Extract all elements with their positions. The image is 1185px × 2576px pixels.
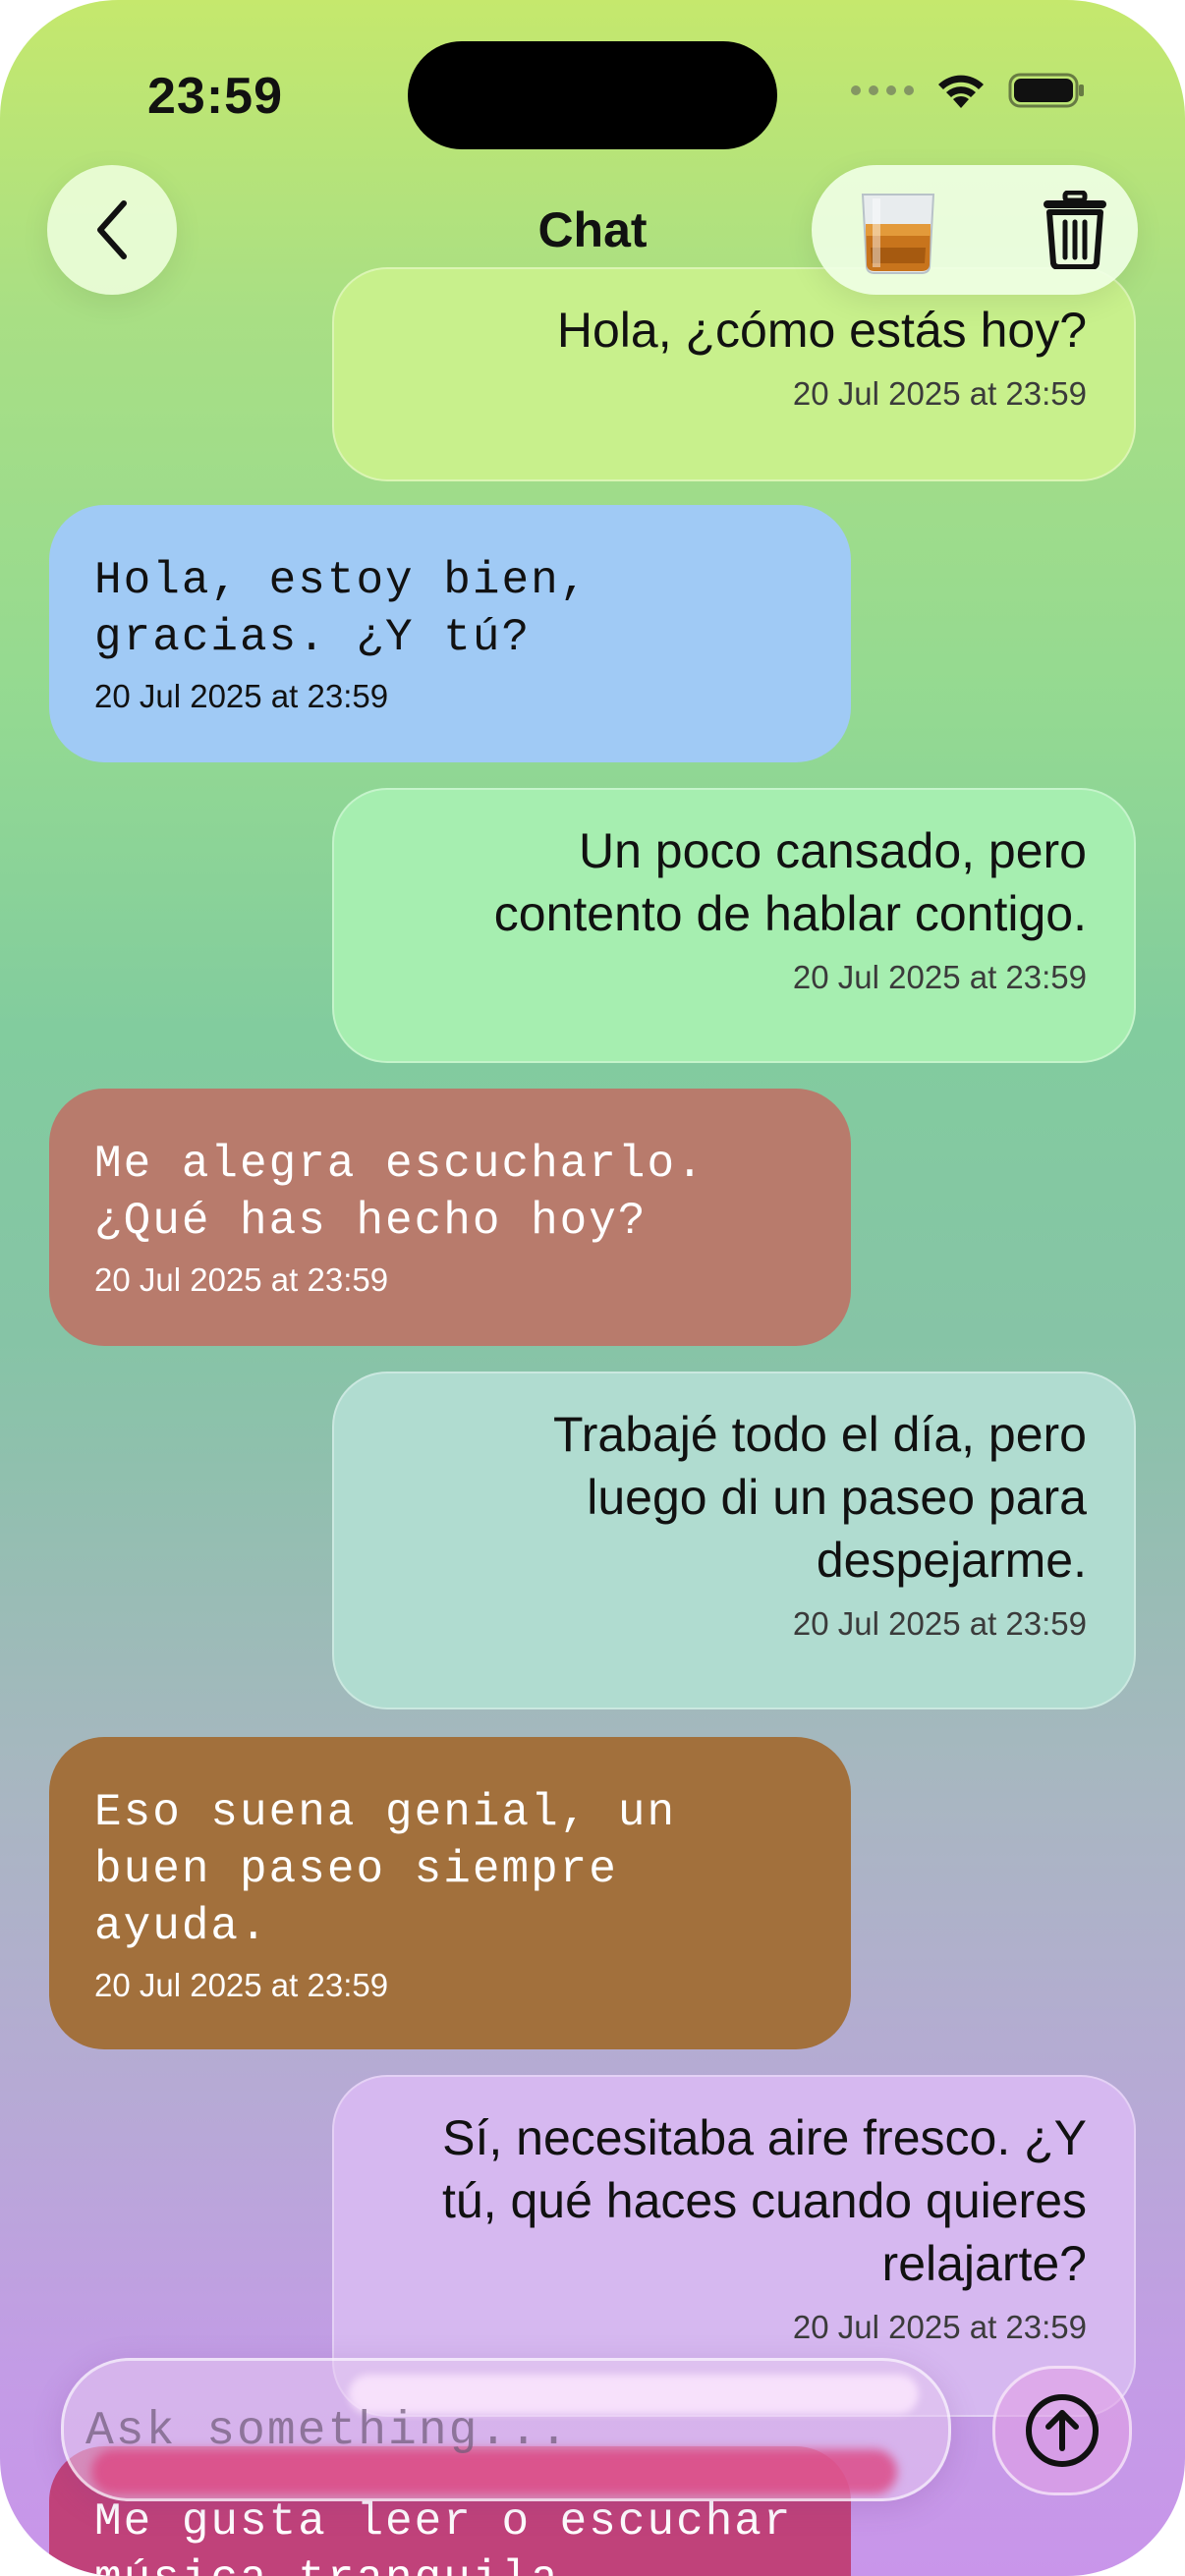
send-button[interactable] — [992, 2366, 1132, 2495]
message-timestamp: 20 Jul 2025 at 23:59 — [792, 1605, 1087, 1642]
message-text: Me alegra escucharlo. ¿Qué has hecho hoy… — [94, 1139, 705, 1247]
message-text: Sí, necesitaba aire fresco. ¿Y tú, qué h… — [441, 2110, 1087, 2291]
message-text: Eso suena genial, un buen paseo siempre … — [94, 1787, 677, 1952]
whiskey-glass-button[interactable] — [853, 185, 943, 275]
nav-actions — [812, 165, 1138, 295]
message-timestamp: 20 Jul 2025 at 23:59 — [792, 375, 1087, 412]
status-indicators — [851, 71, 1087, 110]
message-text: Trabajé todo el día, pero luego di un pa… — [553, 1407, 1087, 1588]
chat-screen: 23:59 Hola, ¿cómo estás hoy? 20 Jul 2025… — [0, 0, 1185, 2576]
message-bubble-bot: Eso suena genial, un buen paseo siempre … — [49, 1737, 851, 2049]
message-text: Hola, estoy bien, gracias. ¿Y tú? — [94, 555, 590, 663]
message-text: Un poco cansado, pero contento de hablar… — [493, 823, 1087, 941]
trash-icon — [1044, 190, 1106, 270]
message-bubble-me: Un poco cansado, pero contento de hablar… — [332, 788, 1136, 1063]
wifi-icon — [938, 75, 984, 108]
message-timestamp: 20 Jul 2025 at 23:59 — [792, 959, 1087, 995]
message-bubble-me: Hola, ¿cómo estás hoy? 20 Jul 2025 at 23… — [332, 267, 1136, 481]
battery-icon — [1008, 73, 1084, 108]
message-composer — [61, 2358, 951, 2501]
cellular-signal-icon — [851, 85, 914, 95]
status-time: 23:59 — [147, 68, 283, 125]
arrow-up-circle-icon — [1026, 2394, 1099, 2467]
message-timestamp: 20 Jul 2025 at 23:59 — [94, 1261, 389, 1298]
message-timestamp: 20 Jul 2025 at 23:59 — [94, 1967, 389, 2003]
message-input[interactable] — [84, 2396, 874, 2467]
message-timestamp: 20 Jul 2025 at 23:59 — [792, 2309, 1087, 2345]
message-bubble-me: Trabajé todo el día, pero luego di un pa… — [332, 1372, 1136, 1709]
message-text: Me gusta leer o escuchar música tranquil… — [94, 2496, 793, 2576]
whiskey-glass-icon — [861, 194, 935, 274]
message-timestamp: 20 Jul 2025 at 23:59 — [94, 678, 389, 714]
message-bubble-bot: Me alegra escucharlo. ¿Qué has hecho hoy… — [49, 1089, 851, 1346]
message-bubble-bot: Hola, estoy bien, gracias. ¿Y tú? 20 Jul… — [49, 505, 851, 762]
delete-button[interactable] — [1036, 190, 1114, 270]
dynamic-island — [408, 41, 777, 149]
message-text: Hola, ¿cómo estás hoy? — [556, 303, 1087, 358]
